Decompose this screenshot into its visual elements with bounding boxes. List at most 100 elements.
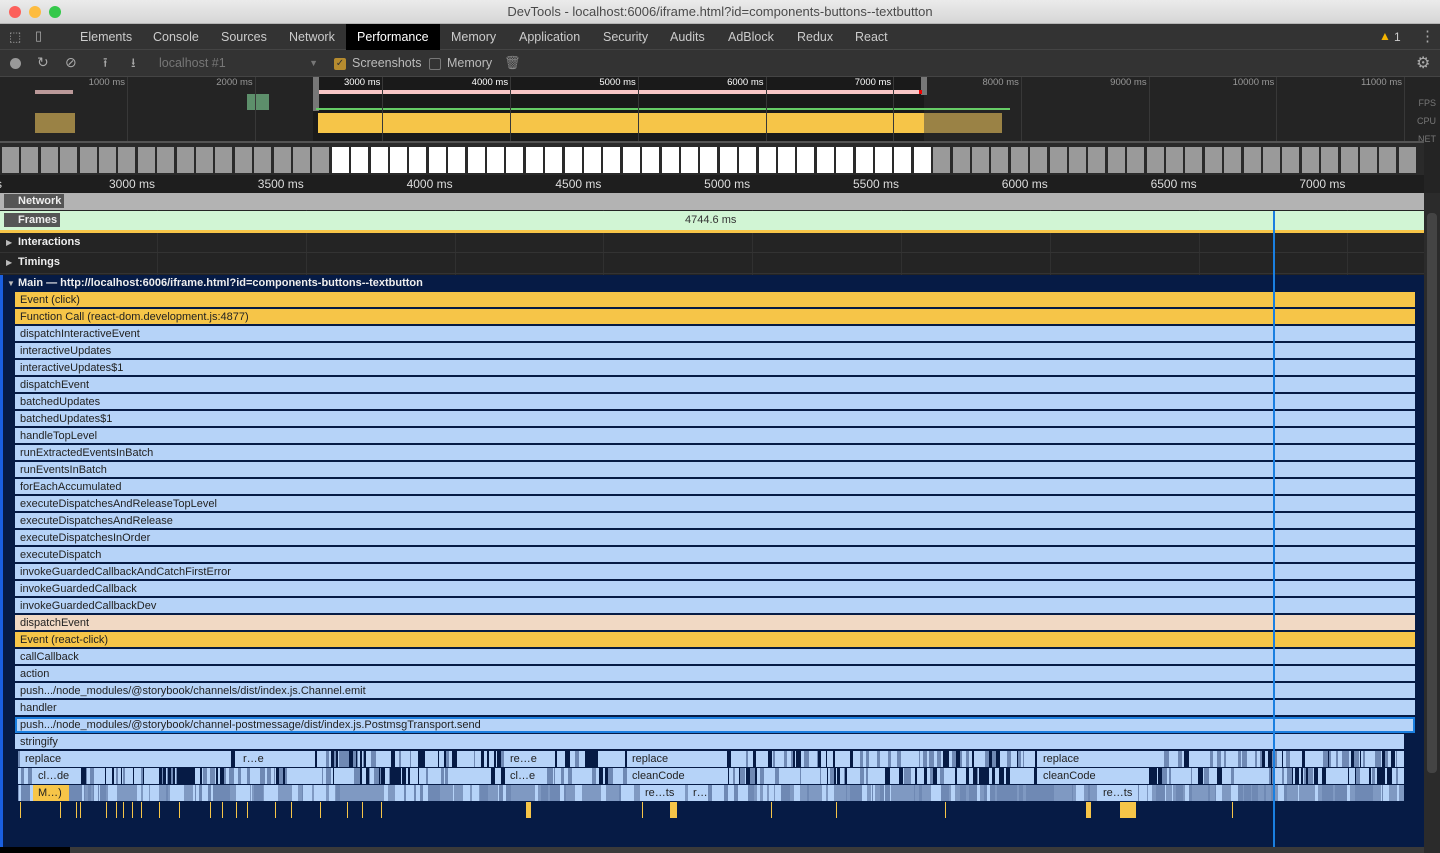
flame-frame-small[interactable] xyxy=(1336,751,1339,767)
flame-frame-small[interactable] xyxy=(899,768,903,784)
flame-frame-small[interactable] xyxy=(132,768,135,784)
flame-frame-small[interactable] xyxy=(866,768,868,784)
flame-frame[interactable]: Event (react-click) xyxy=(15,632,1415,648)
scripting-tick[interactable] xyxy=(80,802,81,818)
maximize-window-button[interactable] xyxy=(49,6,61,18)
flame-frame[interactable]: executeDispatchesAndReleaseTopLevel xyxy=(15,496,1415,512)
scripting-tick[interactable] xyxy=(642,802,643,818)
screenshot-thumbnail[interactable] xyxy=(875,147,892,173)
screenshot-thumbnail[interactable] xyxy=(157,147,175,173)
scripting-tick[interactable] xyxy=(20,802,21,818)
flame-frame-small[interactable] xyxy=(83,768,87,784)
flame-frame-small[interactable] xyxy=(998,768,1004,784)
flame-frame[interactable]: dispatchEvent xyxy=(15,615,1415,631)
flame-frame-small[interactable] xyxy=(752,751,757,767)
scripting-tick[interactable] xyxy=(159,802,160,818)
flame-frame-small[interactable] xyxy=(354,751,356,767)
flame-frame-small[interactable] xyxy=(574,751,580,767)
screenshot-thumbnail[interactable] xyxy=(972,147,989,173)
flame-frame-small[interactable] xyxy=(242,785,250,801)
flame-frame[interactable]: r…e xyxy=(238,751,298,767)
screenshot-thumbnail[interactable] xyxy=(487,147,504,173)
flame-frame-small[interactable] xyxy=(919,785,923,801)
screenshot-thumbnail[interactable] xyxy=(176,147,194,173)
flame-frame-small[interactable] xyxy=(309,785,312,801)
flame-frame-small[interactable] xyxy=(608,768,614,784)
flame-frame-small[interactable] xyxy=(821,785,826,801)
flame-frame-small[interactable] xyxy=(421,751,426,767)
tab-application[interactable]: Application xyxy=(508,24,591,50)
flame-frame[interactable]: re…ts xyxy=(640,785,685,801)
flame-frame-small[interactable] xyxy=(1231,785,1238,801)
screenshot-thumbnail[interactable] xyxy=(448,147,466,173)
flame-frame-small[interactable] xyxy=(1154,768,1157,784)
flame-frame-small[interactable] xyxy=(116,768,119,784)
screenshot-thumbnail[interactable] xyxy=(603,147,621,173)
flame-frame-small[interactable] xyxy=(628,785,634,801)
flame-frame[interactable]: stringify xyxy=(15,734,1404,750)
inspect-element-icon[interactable]: ⬚ xyxy=(9,29,21,45)
flame-frame-small[interactable] xyxy=(407,785,414,801)
flame-frame-small[interactable] xyxy=(356,751,359,767)
flame-frame-small[interactable] xyxy=(865,751,869,767)
flame-frame[interactable]: replace xyxy=(627,751,727,767)
flame-frame-small[interactable] xyxy=(463,785,470,801)
flame-frame[interactable]: executeDispatchesAndRelease xyxy=(15,513,1415,529)
flame-frame-small[interactable] xyxy=(237,768,242,784)
flame-frame-small[interactable] xyxy=(965,768,970,784)
flame-frame-small[interactable] xyxy=(763,785,768,801)
flame-frame-small[interactable] xyxy=(21,785,30,801)
flame-frame-small[interactable] xyxy=(398,768,402,784)
flame-frame-small[interactable] xyxy=(598,768,604,784)
flame-frame-small[interactable] xyxy=(947,751,950,767)
flame-frame-small[interactable] xyxy=(1169,768,1171,784)
flame-frame-small[interactable] xyxy=(362,751,365,767)
flame-frame-small[interactable] xyxy=(1188,785,1193,801)
flame-frame[interactable]: dispatchInteractiveEvent xyxy=(15,326,1415,342)
flame-frame-small[interactable] xyxy=(1324,785,1333,801)
screenshot-thumbnail[interactable] xyxy=(1263,147,1280,173)
flame-frame-small[interactable] xyxy=(1382,751,1386,767)
flame-frame[interactable]: push.../node_modules/@storybook/channel-… xyxy=(15,717,1415,733)
flame-frame-small[interactable] xyxy=(260,768,265,784)
flame-frame-small[interactable] xyxy=(757,785,760,801)
flame-frame-small[interactable] xyxy=(1204,768,1209,784)
flame-frame-small[interactable] xyxy=(886,768,889,784)
flame-frame-small[interactable] xyxy=(216,785,219,801)
horizontal-scrollbar[interactable] xyxy=(0,847,1424,853)
screenshot-thumbnail[interactable] xyxy=(1398,147,1416,173)
flame-frame[interactable]: M…) xyxy=(33,785,69,801)
flame-frame-small[interactable] xyxy=(143,768,145,784)
screenshot-thumbnail[interactable] xyxy=(719,147,737,173)
flame-frame-small[interactable] xyxy=(332,768,335,784)
scripting-tick[interactable] xyxy=(210,802,211,818)
screenshot-thumbnail[interactable] xyxy=(1321,147,1339,173)
flame-frame[interactable]: re…ts xyxy=(1098,785,1138,801)
flame-frame-small[interactable] xyxy=(1395,768,1398,784)
flame-frame-small[interactable] xyxy=(959,785,966,801)
flame-frame-small[interactable] xyxy=(266,768,272,784)
flame-frame-small[interactable] xyxy=(781,785,790,801)
flame-frame-small[interactable] xyxy=(1347,768,1350,784)
flame-frame-small[interactable] xyxy=(425,768,428,784)
flame-frame-small[interactable] xyxy=(1190,768,1192,784)
flame-frame-small[interactable] xyxy=(968,785,977,801)
frames-track[interactable]: ▶ Frames 4744.6 ms xyxy=(0,211,1424,230)
flame-frame-small[interactable] xyxy=(717,785,725,801)
tab-elements[interactable]: Elements xyxy=(69,24,143,50)
flame-frame-small[interactable] xyxy=(826,768,828,784)
scripting-tick[interactable] xyxy=(771,802,772,818)
flame-frame-small[interactable] xyxy=(740,785,748,801)
flame-frame-small[interactable] xyxy=(264,785,270,801)
scripting-tick[interactable] xyxy=(123,802,124,818)
flame-frame[interactable]: invokeGuardedCallbackDev xyxy=(15,598,1415,614)
flame-frame-small[interactable] xyxy=(273,768,275,784)
flame-frame-small[interactable] xyxy=(589,751,593,767)
flame-frame-small[interactable] xyxy=(320,785,326,801)
flame-frame-small[interactable] xyxy=(224,768,226,784)
flame-frame-small[interactable] xyxy=(995,751,1000,767)
flame-frame-small[interactable] xyxy=(452,785,455,801)
flame-frame-small[interactable] xyxy=(176,785,185,801)
main-track-label[interactable]: Main — http://localhost:6006/iframe.html… xyxy=(4,277,426,289)
flame-frame-small[interactable] xyxy=(21,768,24,784)
